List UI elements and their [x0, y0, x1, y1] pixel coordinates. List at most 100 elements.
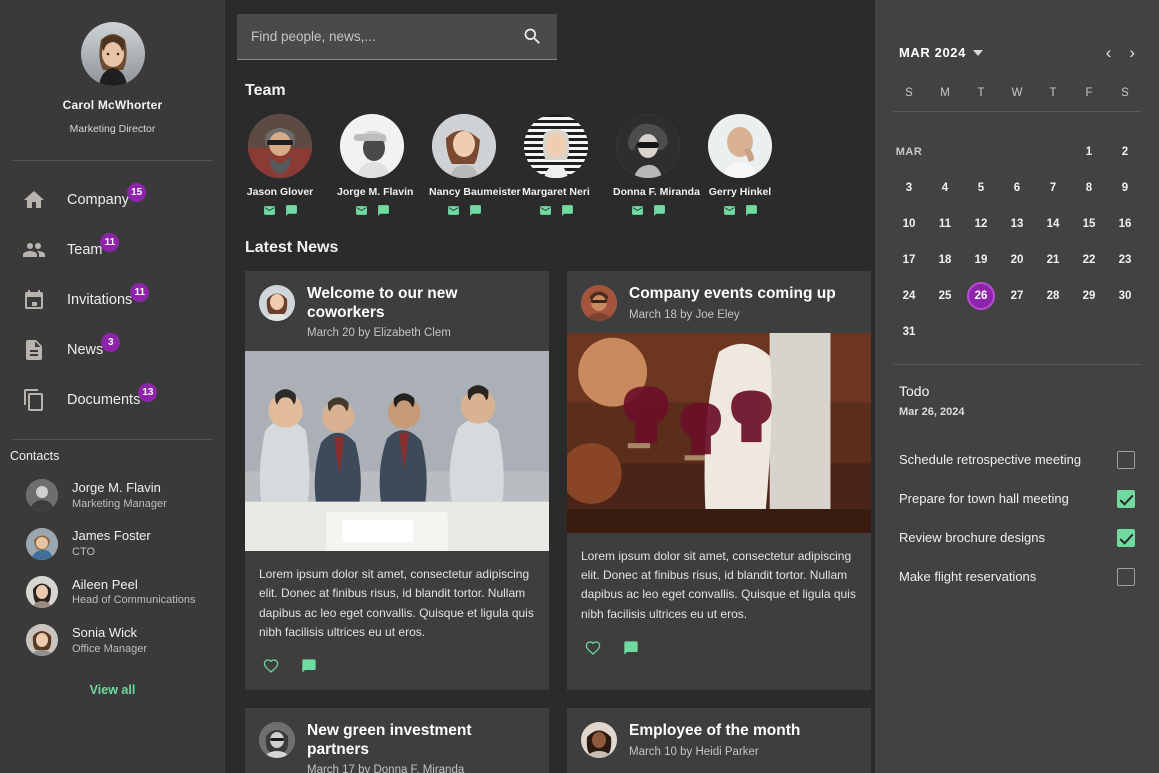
list-item[interactable]: James Foster CTO — [0, 519, 225, 567]
like-icon[interactable] — [585, 640, 601, 656]
calendar-day[interactable]: 24 — [891, 278, 927, 314]
calendar-day[interactable]: 12 — [963, 206, 999, 242]
comment-icon[interactable] — [301, 658, 317, 674]
email-icon[interactable] — [263, 204, 276, 217]
calendar-day[interactable]: 1 — [1071, 134, 1107, 170]
calendar-dow-6: S — [1121, 87, 1129, 99]
prev-month-button[interactable]: ‹ — [1106, 44, 1112, 61]
email-icon[interactable] — [723, 204, 736, 217]
todo-item[interactable]: Schedule retrospective meeting — [899, 440, 1135, 479]
calendar-day[interactable]: 30 — [1107, 278, 1143, 314]
calendar-dow-1: M — [940, 87, 950, 99]
chat-icon[interactable] — [745, 204, 758, 217]
avatar — [524, 114, 588, 178]
email-icon[interactable] — [447, 204, 460, 217]
list-item[interactable]: Jorge M. Flavin Marketing Manager — [0, 471, 225, 519]
chat-icon[interactable] — [653, 204, 666, 217]
calendar-day[interactable]: 25 — [927, 278, 963, 314]
calendar-day[interactable]: 4 — [927, 170, 963, 206]
email-icon[interactable] — [631, 204, 644, 217]
contact-name: Sonia Wick — [72, 625, 138, 641]
calendar-day[interactable]: 16 — [1107, 206, 1143, 242]
todo-item[interactable]: Make flight reservations — [899, 557, 1135, 596]
todo-item[interactable]: Prepare for town hall meeting — [899, 479, 1135, 518]
todo-checkbox[interactable] — [1117, 450, 1135, 469]
calendar-day[interactable]: 7 — [1035, 170, 1071, 206]
avatar — [259, 285, 295, 321]
todo-list: Schedule retrospective meeting Prepare fo… — [891, 418, 1143, 596]
calendar-empty-cell — [999, 134, 1035, 170]
todo-checkbox[interactable] — [1117, 528, 1135, 547]
sidebar-item-team[interactable]: Team 11 — [0, 225, 225, 275]
next-month-button[interactable]: › — [1129, 44, 1135, 61]
news-card[interactable]: Company events coming up March 18 by Joe… — [567, 271, 871, 690]
avatar[interactable] — [80, 22, 145, 86]
calendar-day[interactable]: 23 — [1107, 242, 1143, 278]
team-member-name: Donna F. Miranda — [613, 186, 700, 198]
news-card-image — [245, 351, 549, 552]
search-icon[interactable] — [522, 26, 543, 47]
calendar-day[interactable]: 28 — [1035, 278, 1071, 314]
calendar-days-grid: MAR 1 2 3 4 5 6 7 8 9 10 11 12 13 14 15 16 17 18 19 20 21 22 23… — [891, 134, 1143, 350]
team-member[interactable]: Donna F. Miranda — [613, 114, 700, 217]
home-icon — [22, 188, 46, 212]
team-member-actions — [337, 204, 407, 217]
list-item[interactable]: Aileen Peel Head of Communications — [0, 568, 225, 616]
list-item[interactable]: Sonia Wick Office Manager — [0, 616, 225, 664]
email-icon[interactable] — [355, 204, 368, 217]
sidebar-item-news[interactable]: News 3 — [0, 325, 225, 375]
calendar-day[interactable]: 22 — [1071, 242, 1107, 278]
view-all-contacts-link[interactable]: View all — [0, 665, 225, 707]
team-member[interactable]: Jorge M. Flavin — [337, 114, 413, 217]
news-card[interactable]: Welcome to our new coworkers March 20 by… — [245, 271, 549, 690]
calendar-day[interactable]: 31 — [891, 314, 927, 350]
calendar-day[interactable]: 21 — [1035, 242, 1071, 278]
calendar-month-selector[interactable]: MAR 2024 — [899, 45, 983, 60]
calendar-day[interactable]: 27 — [999, 278, 1035, 314]
team-member[interactable]: Jason Glover — [245, 114, 315, 217]
news-card-meta: March 10 by Heidi Parker — [629, 745, 759, 758]
chat-icon[interactable] — [285, 204, 298, 217]
calendar-day[interactable]: 3 — [891, 170, 927, 206]
calendar-day[interactable]: 8 — [1071, 170, 1107, 206]
chat-icon[interactable] — [561, 204, 574, 217]
contact-role: Marketing Manager — [72, 497, 167, 510]
calendar-day[interactable]: 20 — [999, 242, 1035, 278]
calendar-day[interactable]: 6 — [999, 170, 1035, 206]
calendar-day-selected[interactable]: 26 — [963, 278, 999, 314]
calendar-day[interactable]: 29 — [1071, 278, 1107, 314]
avatar — [26, 479, 58, 512]
calendar-day[interactable]: 14 — [1035, 206, 1071, 242]
chat-icon[interactable] — [469, 204, 482, 217]
contact-role: Office Manager — [72, 642, 148, 655]
calendar-day[interactable]: 10 — [891, 206, 927, 242]
news-card-title: Company events coming up — [629, 285, 836, 302]
calendar-day[interactable]: 2 — [1107, 134, 1143, 170]
news-card[interactable]: Employee of the month March 10 by Heidi … — [567, 707, 871, 773]
team-member[interactable]: Margaret Neri — [521, 114, 591, 217]
team-member[interactable]: Nancy Baumeister — [429, 114, 521, 217]
calendar-day[interactable]: 15 — [1071, 206, 1107, 242]
calendar-month-label: MAR 2024 — [899, 45, 966, 60]
sidebar-item-company[interactable]: Company 15 — [0, 175, 225, 225]
calendar-day[interactable]: 18 — [927, 242, 963, 278]
news-card[interactable]: New green investment partners March 17 b… — [245, 707, 549, 773]
calendar-day[interactable]: 11 — [927, 206, 963, 242]
team-member[interactable]: Gerry Hinkel — [705, 114, 775, 217]
todo-checkbox[interactable] — [1117, 567, 1135, 586]
email-icon[interactable] — [539, 204, 552, 217]
calendar-day[interactable]: 13 — [999, 206, 1035, 242]
calendar-day[interactable]: 5 — [963, 170, 999, 206]
todo-checkbox[interactable] — [1117, 489, 1135, 508]
comment-icon[interactable] — [623, 640, 639, 656]
search-bar[interactable] — [237, 14, 557, 60]
sidebar-item-invitations[interactable]: Invitations 11 — [0, 275, 225, 325]
sidebar-item-documents[interactable]: Documents 13 — [0, 375, 225, 425]
chat-icon[interactable] — [377, 204, 390, 217]
calendar-day[interactable]: 19 — [963, 242, 999, 278]
like-icon[interactable] — [263, 658, 279, 674]
calendar-day[interactable]: 9 — [1107, 170, 1143, 206]
calendar-day[interactable]: 17 — [891, 242, 927, 278]
todo-item[interactable]: Review brochure designs — [899, 518, 1135, 557]
search-input[interactable] — [251, 29, 522, 44]
